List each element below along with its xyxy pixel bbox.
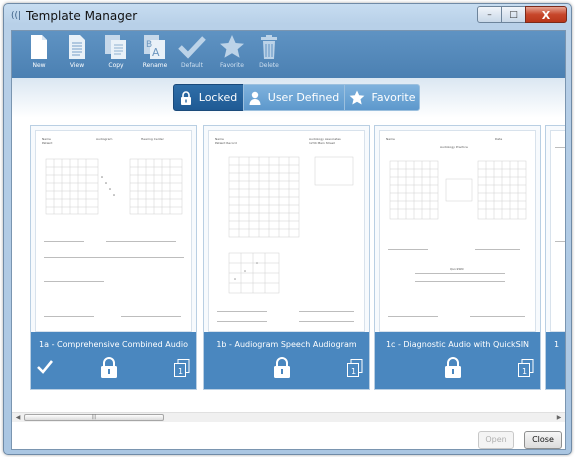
filter-favorite-label: Favorite (371, 91, 416, 104)
card-title: 1a - Comprehensive Combined Audio (39, 340, 188, 349)
scroll-left-icon[interactable]: ◀ (13, 413, 23, 422)
template-manager-window: ((| Template Manager – □ X New View Copy… (3, 3, 572, 455)
title-bar[interactable]: ((| Template Manager – □ X (4, 4, 571, 30)
card-title: 1 (554, 340, 560, 349)
star-icon (349, 90, 364, 105)
rename-button[interactable]: AB Rename (138, 34, 172, 76)
svg-text:B: B (146, 40, 152, 50)
copy-button[interactable]: Copy (99, 34, 133, 76)
star-icon (220, 35, 244, 58)
copy-count: 1 (351, 367, 356, 376)
copy-count: 1 (178, 367, 183, 376)
template-card[interactable]: Name Patient Record Audiology Associates 1… (203, 125, 370, 390)
audiogram-preview (389, 160, 527, 220)
speech-chart-preview (228, 252, 280, 294)
template-preview: Name Patient Audiogram Hearing Center (35, 130, 192, 332)
audiogram-preview (45, 158, 183, 215)
template-card[interactable]: Name Audiology Practice Date QuickSIN 1c… (374, 125, 541, 390)
filter-locked-label: Locked (198, 91, 238, 104)
template-preview: Name Patient Record Audiology Associates 1… (208, 130, 365, 332)
default-button[interactable]: Default (175, 34, 209, 76)
rename-label: Rename (142, 62, 168, 69)
open-button[interactable]: Open (478, 431, 514, 449)
filter-user-defined[interactable]: User Defined (243, 84, 345, 111)
template-preview: Name Audiology Practice Date QuickSIN (379, 130, 536, 332)
maximize-button[interactable]: □ (501, 6, 526, 23)
copies-icon: 1 (347, 359, 363, 381)
copy-count: 1 (522, 367, 527, 376)
template-preview (550, 130, 565, 332)
audiogram-preview (228, 156, 354, 238)
user-icon (249, 91, 261, 105)
copy-icon (105, 35, 126, 59)
window-title: Template Manager (26, 9, 138, 23)
card-title: 1b - Audiogram Speech Audiogram (216, 340, 357, 349)
favorite-button[interactable]: Favorite (215, 34, 249, 76)
view-label: View (69, 62, 85, 69)
card-caption: 1 (546, 332, 565, 389)
close-button[interactable]: Close (524, 431, 562, 449)
template-gallery: Name Patient Audiogram Hearing Center 1a… (12, 118, 565, 413)
client-area: New View Copy AB Rename Default Favorite (11, 30, 566, 450)
new-button[interactable]: New (22, 34, 56, 76)
new-label: New (32, 62, 46, 69)
template-card[interactable]: Name Patient Audiogram Hearing Center 1a… (30, 125, 197, 390)
lock-icon (101, 357, 117, 378)
delete-button[interactable]: Delete (252, 34, 286, 76)
checkmark-icon (178, 36, 206, 59)
copy-label: Copy (108, 62, 124, 69)
default-check-icon (37, 360, 53, 374)
lock-icon (180, 90, 191, 105)
scrollbar-thumb[interactable]: ||| (24, 414, 164, 421)
copies-icon: 1 (174, 359, 190, 381)
lock-icon (445, 357, 461, 378)
card-caption: 1b - Audiogram Speech Audiogram 1 (204, 332, 369, 389)
view-button[interactable]: View (60, 34, 94, 76)
default-label: Default (181, 62, 203, 69)
new-document-icon (31, 35, 47, 59)
favorite-label: Favorite (220, 62, 244, 69)
filter-favorite[interactable]: Favorite (344, 84, 420, 111)
card-title: 1c - Diagnostic Audio with QuickSIN (385, 340, 530, 349)
filter-locked[interactable]: Locked (173, 84, 244, 111)
template-card[interactable]: 1 (545, 125, 565, 390)
scroll-right-icon[interactable]: ▶ (554, 413, 564, 422)
window-controls: – □ X (477, 6, 567, 24)
view-document-icon (69, 35, 85, 59)
app-icon: ((| (11, 11, 22, 21)
trash-icon (261, 35, 277, 59)
filter-user-defined-label: User Defined (267, 91, 340, 104)
filter-bar: Locked User Defined Favorite (12, 78, 565, 118)
toolbar: New View Copy AB Rename Default Favorite (12, 31, 565, 78)
close-window-button[interactable]: X (525, 6, 567, 23)
copies-icon: 1 (518, 359, 534, 381)
horizontal-scrollbar[interactable]: ◀ ||| ▶ (12, 412, 565, 422)
delete-label: Delete (259, 62, 279, 69)
card-caption: 1c - Diagnostic Audio with QuickSIN 1 (375, 332, 540, 389)
lock-icon (274, 357, 290, 378)
card-caption: 1a - Comprehensive Combined Audio 1 (31, 332, 196, 389)
svg-text:A: A (152, 46, 160, 59)
minimize-button[interactable]: – (477, 6, 502, 23)
rename-icon: AB (144, 35, 165, 59)
